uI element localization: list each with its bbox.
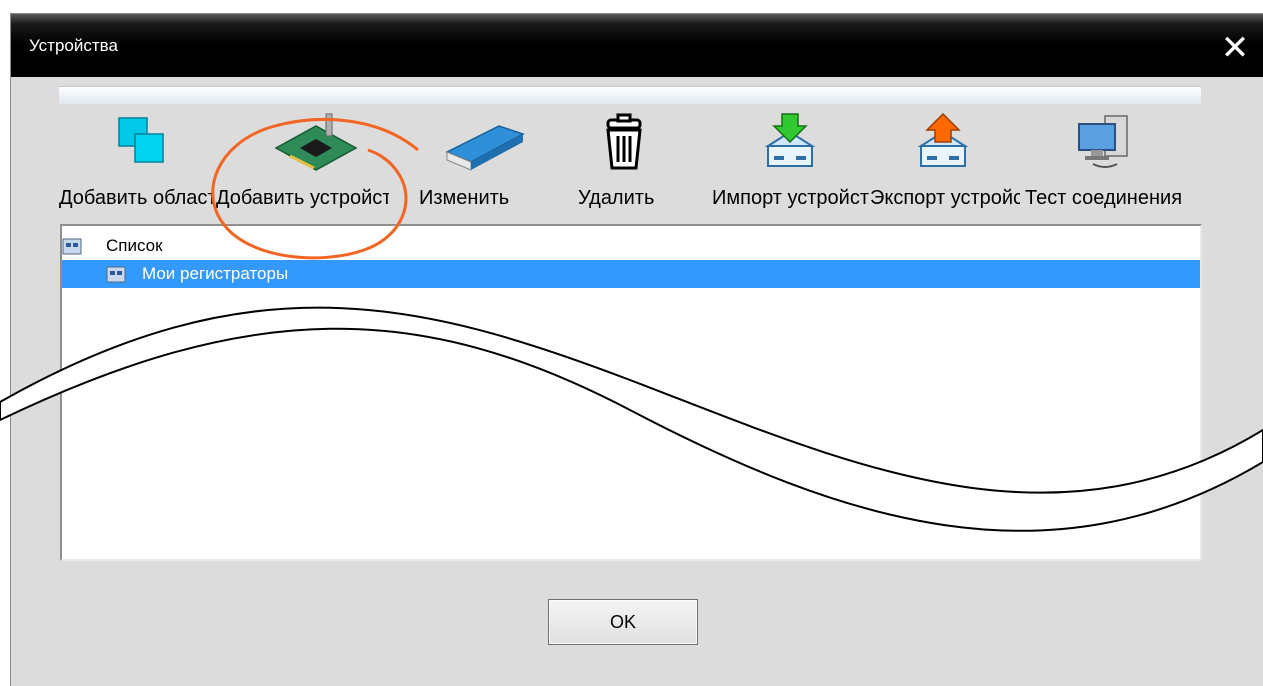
add-area-icon — [118, 117, 164, 163]
title-bar[interactable]: Устройства ✕ — [11, 14, 1263, 77]
tree-root-label: Список — [106, 236, 163, 255]
toolbar: Добавить область Добавить устройство Изм… — [59, 104, 1201, 224]
tree-child-item[interactable]: Мои регистраторы — [62, 260, 1200, 288]
import-devices-button[interactable]: Импорт устройств — [712, 104, 870, 224]
add-area-label: Добавить область — [59, 187, 214, 209]
tree-root-item[interactable]: Список — [62, 232, 362, 260]
tree-child-label: Мои регистраторы — [142, 264, 289, 283]
test-connection-button[interactable]: Тест соединения — [1025, 104, 1201, 224]
edit-label: Изменить — [419, 187, 510, 209]
folder-devices-icon — [106, 266, 126, 283]
folder-devices-icon — [62, 238, 82, 255]
test-connection-label: Тест соединения — [1025, 187, 1183, 209]
window-title: Устройства — [29, 36, 118, 55]
add-device-button[interactable]: Добавить устройство — [216, 104, 399, 224]
add-area-button[interactable]: Добавить область — [59, 104, 219, 224]
export-devices-label: Экспорт устройств — [870, 187, 1020, 209]
import-icon — [764, 113, 816, 167]
add-device-label: Добавить устройство — [216, 187, 389, 209]
import-devices-label: Импорт устройств — [712, 187, 870, 209]
export-devices-button[interactable]: Экспорт устройств — [870, 104, 1025, 224]
delete-label: Удалить — [578, 187, 655, 209]
device-tree[interactable]: Список Мои регистраторы — [60, 224, 1202, 561]
delete-button[interactable]: Удалить — [564, 104, 684, 224]
edit-eraser-icon — [445, 125, 525, 171]
trash-icon — [606, 113, 642, 170]
close-icon[interactable]: ✕ — [1220, 31, 1250, 65]
toolbar-top-strip — [59, 86, 1201, 105]
edit-button[interactable]: Изменить — [409, 104, 544, 224]
connection-test-icon — [1078, 115, 1128, 168]
network-card-icon — [274, 113, 358, 171]
ok-button[interactable]: OK — [548, 599, 698, 645]
export-icon — [917, 112, 969, 167]
